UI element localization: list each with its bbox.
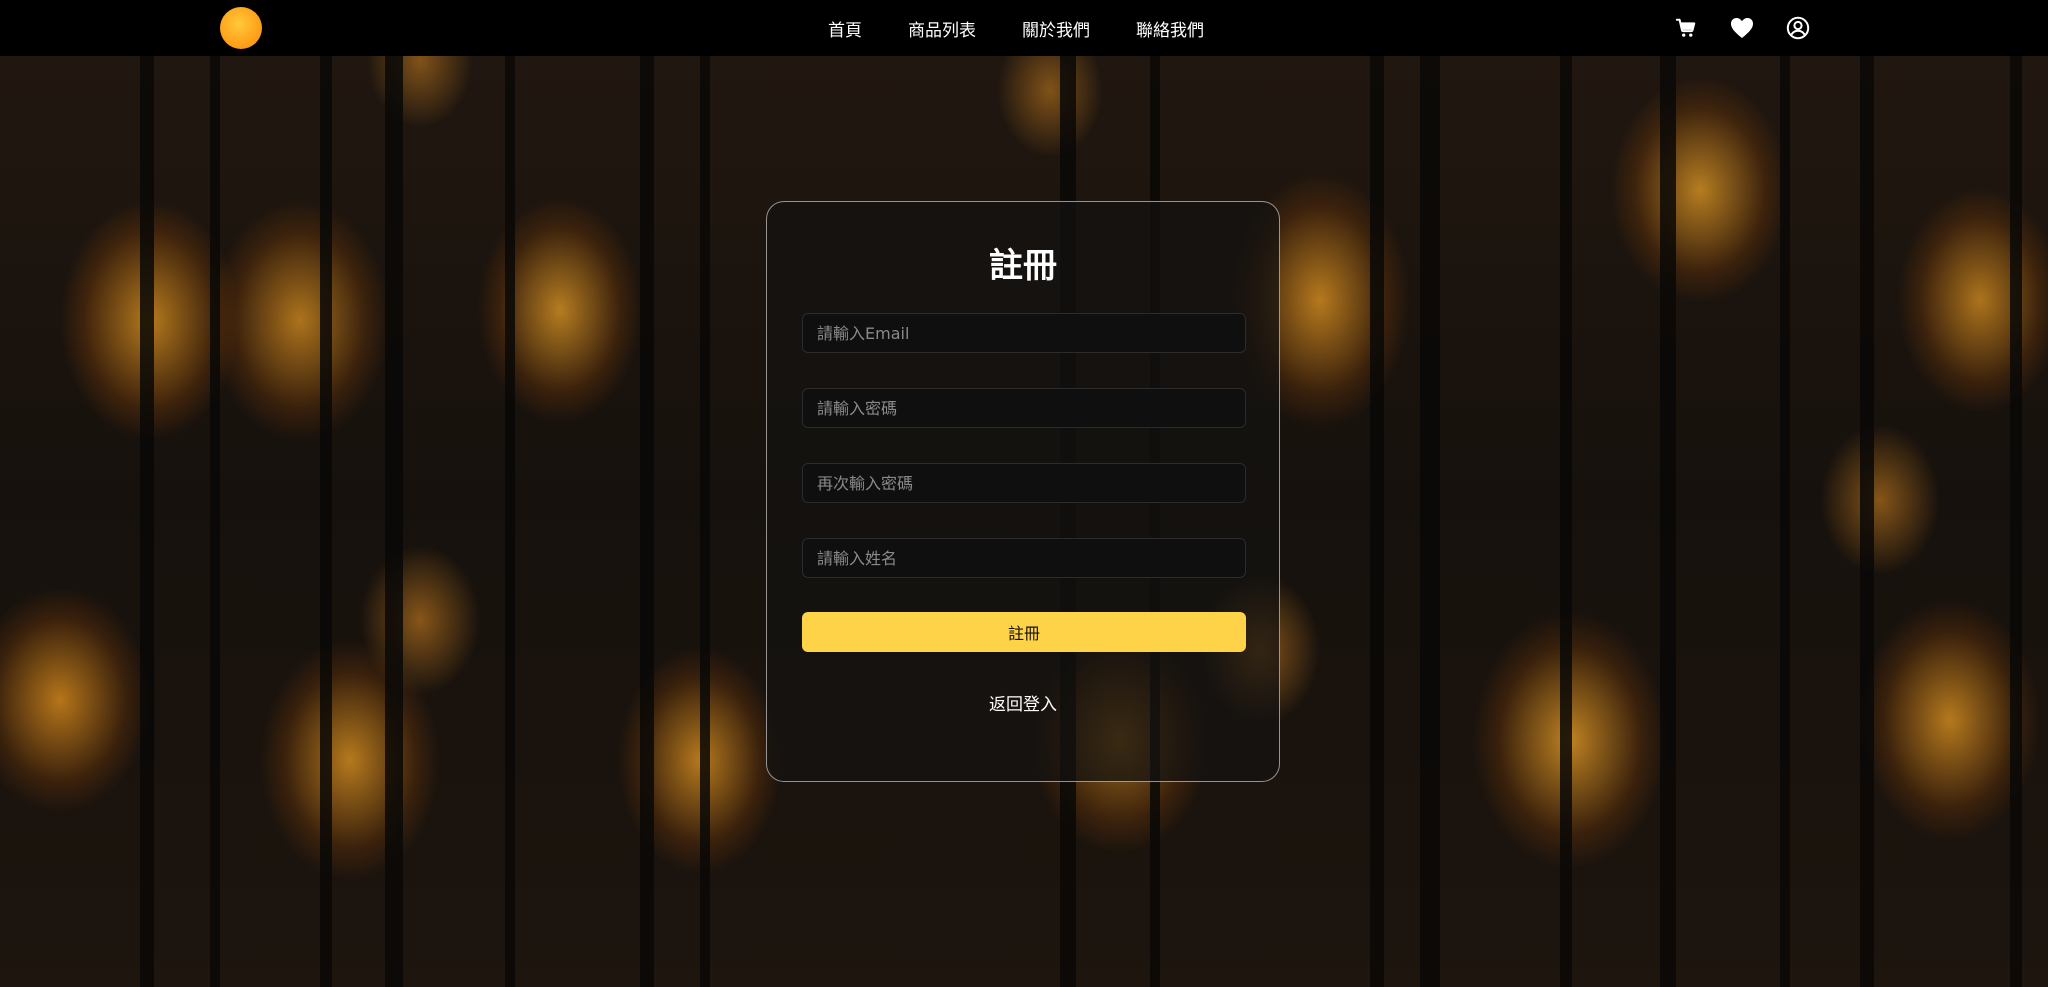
user-icon[interactable] — [1786, 16, 1810, 40]
name-field[interactable] — [802, 538, 1246, 578]
logo[interactable] — [220, 7, 262, 49]
nav-links: 首頁 商品列表 關於我們 聯絡我們 — [828, 0, 1250, 56]
password-field[interactable] — [802, 388, 1246, 428]
top-navbar: 首頁 商品列表 關於我們 聯絡我們 — [0, 0, 2048, 56]
cart-icon[interactable] — [1674, 16, 1698, 40]
nav-link-products[interactable]: 商品列表 — [908, 16, 976, 41]
nav-icons — [1674, 0, 1842, 56]
register-card: 註冊 註冊 返回登入 — [766, 201, 1280, 782]
email-field[interactable] — [802, 313, 1246, 353]
nav-link-home[interactable]: 首頁 — [828, 16, 862, 41]
nav-link-contact[interactable]: 聯絡我們 — [1136, 16, 1204, 41]
heart-icon[interactable] — [1730, 16, 1754, 40]
back-to-login-link[interactable]: 返回登入 — [767, 690, 1279, 715]
register-button[interactable]: 註冊 — [802, 612, 1246, 652]
nav-link-about[interactable]: 關於我們 — [1022, 16, 1090, 41]
confirm-password-field[interactable] — [802, 463, 1246, 503]
register-title: 註冊 — [989, 246, 1057, 286]
